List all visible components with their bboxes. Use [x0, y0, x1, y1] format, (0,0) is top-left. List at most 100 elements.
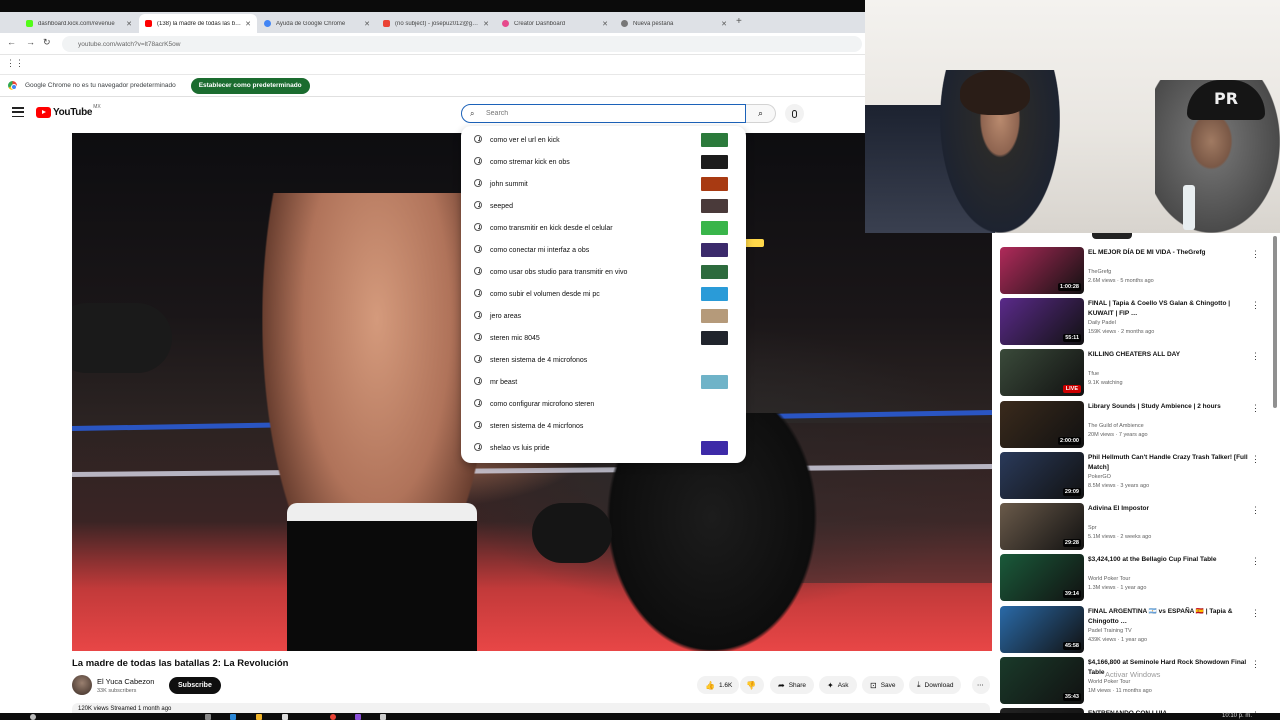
recommended-video[interactable]: 2:00:00 Library Sounds | Study Ambience |…: [1000, 401, 1270, 449]
search-suggestion-item[interactable]: steren sistema de 4 microfonos: [461, 349, 746, 371]
recommended-title[interactable]: FINAL | Tapia & Coello VS Galan & Chingo…: [1088, 299, 1248, 318]
recommended-channel[interactable]: Spr: [1088, 525, 1097, 531]
more-vertical-icon[interactable]: ⋮: [1251, 454, 1260, 465]
search-suggestion-item[interactable]: seeped: [461, 195, 746, 217]
more-actions-button[interactable]: ⋯: [972, 676, 990, 694]
close-icon[interactable]: ✕: [483, 20, 489, 28]
video-thumbnail[interactable]: 39:14: [1000, 554, 1084, 601]
url-field[interactable]: youtube.com/watch?v=lt78acrK5ow: [62, 36, 862, 52]
ask-button[interactable]: ✦ Ask: [819, 676, 857, 694]
forward-icon[interactable]: →: [26, 37, 35, 47]
browser-tab[interactable]: Creator Dashboard ✕: [496, 14, 614, 33]
close-icon[interactable]: ✕: [721, 20, 727, 28]
recommended-video[interactable]: 45:58 FINAL ARGENTINA 🇦🇷 vs ESPAÑA 🇪🇸 | T…: [1000, 606, 1270, 654]
close-icon[interactable]: ✕: [126, 20, 132, 28]
browser-tab-active[interactable]: (138) la madre de todas las bat… ✕: [139, 14, 257, 33]
recommended-video[interactable]: 55:11 FINAL | Tapia & Coello VS Galan & C…: [1000, 298, 1270, 346]
more-vertical-icon[interactable]: ⋮: [1251, 249, 1260, 260]
search-input[interactable]: [486, 110, 726, 117]
close-icon[interactable]: ✕: [602, 20, 608, 28]
taskbar-app-icon[interactable]: [230, 714, 236, 720]
more-vertical-icon[interactable]: ⋮: [1251, 403, 1260, 414]
taskbar-app-icon[interactable]: [380, 714, 386, 720]
more-vertical-icon[interactable]: ⋮: [1251, 608, 1260, 619]
more-vertical-icon[interactable]: ⋮: [1251, 351, 1260, 362]
apps-grid-icon[interactable]: ⋮⋮: [6, 58, 24, 69]
video-thumbnail[interactable]: 29:28: [1000, 503, 1084, 550]
taskbar-app-icon[interactable]: [355, 714, 361, 720]
search-button[interactable]: ⌕: [746, 104, 776, 123]
like-button[interactable]: 👍 1.6K: [697, 676, 739, 694]
subscribe-button[interactable]: Subscribe: [169, 677, 221, 694]
taskbar-app-icon[interactable]: [282, 714, 288, 720]
search-suggestion-item[interactable]: como subir el volumen desde mi pc: [461, 283, 746, 305]
reload-icon[interactable]: ↻: [43, 37, 51, 48]
save-button[interactable]: ⊡ Save: [862, 676, 904, 694]
recommended-video[interactable]: 29:28 Adivina El Impostor Spr 5.1M views · …: [1000, 503, 1270, 551]
recommended-channel[interactable]: World Poker Tour: [1088, 576, 1130, 582]
back-icon[interactable]: ←: [7, 37, 16, 47]
recommended-channel[interactable]: Daily Padel: [1088, 320, 1116, 326]
recommended-title[interactable]: EL MEJOR DÍA DE MI VIDA - TheGrefg: [1088, 248, 1248, 258]
more-vertical-icon[interactable]: ⋮: [1251, 300, 1260, 311]
browser-tab[interactable]: dashboard.kick.com/revenue ✕: [20, 14, 138, 33]
browser-tab[interactable]: Ayuda de Google Chrome ✕: [258, 14, 376, 33]
search-field[interactable]: ⌕: [461, 104, 746, 123]
recommended-title[interactable]: Library Sounds | Study Ambience | 2 hour…: [1088, 402, 1248, 412]
video-thumbnail[interactable]: LIVE: [1000, 349, 1084, 396]
search-suggestion-item[interactable]: steren mic 8045: [461, 327, 746, 349]
recommended-title[interactable]: KILLING CHEATERS ALL DAY: [1088, 350, 1248, 360]
search-suggestion-item[interactable]: steren sistema de 4 micrfonos: [461, 415, 746, 437]
search-suggestion-item[interactable]: como configurar microfono steren: [461, 393, 746, 415]
close-icon[interactable]: ✕: [364, 20, 370, 28]
recommended-video[interactable]: 39:14 $3,424,100 at the Bellagio Cup Fina…: [1000, 554, 1270, 602]
recommended-channel[interactable]: World Poker Tour: [1088, 679, 1130, 685]
more-vertical-icon[interactable]: ⋮: [1251, 556, 1260, 567]
more-vertical-icon[interactable]: ⋮: [1251, 505, 1260, 516]
video-thumbnail[interactable]: 35:43: [1000, 657, 1084, 704]
recommended-channel[interactable]: Tfue: [1088, 371, 1099, 377]
search-suggestion-item[interactable]: shelao vs luis pride: [461, 437, 746, 459]
close-icon[interactable]: ✕: [245, 20, 251, 28]
browser-tab[interactable]: Nueva pestaña ✕: [615, 14, 733, 33]
youtube-logo[interactable]: YouTube MX: [36, 104, 101, 118]
recommended-video[interactable]: 35:43 $4,166,800 at Seminole Hard Rock Sh…: [1000, 657, 1270, 705]
recommended-video[interactable]: 1:00:28 EL MEJOR DÍA DE MI VIDA - TheGref…: [1000, 247, 1270, 295]
voice-search-button[interactable]: [785, 104, 804, 123]
video-thumbnail[interactable]: 55:11: [1000, 298, 1084, 345]
taskbar-app-icon[interactable]: [205, 714, 211, 720]
more-vertical-icon[interactable]: ⋮: [1251, 659, 1260, 670]
new-tab-icon[interactable]: +: [736, 16, 742, 27]
recommended-channel[interactable]: The Guild of Ambience: [1088, 423, 1144, 429]
browser-tab[interactable]: (no subject) - josepu2012@gm… ✕: [377, 14, 495, 33]
recommended-channel[interactable]: PokerGO: [1088, 474, 1111, 480]
recommended-channel[interactable]: TheGrefg: [1088, 269, 1111, 275]
set-default-button[interactable]: Establecer como predeterminado: [190, 77, 310, 94]
dislike-button[interactable]: 👎: [740, 676, 764, 694]
channel-avatar[interactable]: [72, 675, 92, 695]
video-thumbnail[interactable]: 29:09: [1000, 452, 1084, 499]
video-thumbnail[interactable]: 2:00:00: [1000, 401, 1084, 448]
video-thumbnail[interactable]: 1:00:28: [1000, 247, 1084, 294]
share-button[interactable]: ➦ Share: [770, 676, 815, 694]
video-thumbnail[interactable]: 45:58: [1000, 606, 1084, 653]
download-button[interactable]: ⤓ Download: [909, 676, 962, 694]
search-suggestion-item[interactable]: como conectar mi interfaz a obs: [461, 239, 746, 261]
recommended-video[interactable]: 29:09 Phil Hellmuth Can't Handle Crazy Tr…: [1000, 452, 1270, 500]
search-suggestion-item[interactable]: como usar obs studio para transmitir en …: [461, 261, 746, 283]
sidebar-scrollbar[interactable]: [1273, 236, 1277, 408]
chrome-icon[interactable]: [330, 714, 336, 720]
recommended-video[interactable]: LIVE KILLING CHEATERS ALL DAY Tfue 9.1K wat…: [1000, 349, 1270, 397]
search-suggestion-item[interactable]: como ver el url en kick: [461, 129, 746, 151]
recommended-channel[interactable]: Padel Training TV: [1088, 628, 1132, 634]
search-suggestion-item[interactable]: jero areas: [461, 305, 746, 327]
search-suggestion-item[interactable]: mr beast: [461, 371, 746, 393]
recommended-title[interactable]: FINAL ARGENTINA 🇦🇷 vs ESPAÑA 🇪🇸 | Tapia …: [1088, 607, 1248, 626]
hamburger-menu-icon[interactable]: [12, 107, 24, 117]
recommended-title[interactable]: Phil Hellmuth Can't Handle Crazy Trash T…: [1088, 453, 1248, 472]
search-suggestion-item[interactable]: john summit: [461, 173, 746, 195]
folder-icon[interactable]: [256, 714, 262, 720]
channel-name[interactable]: El Yuca Cabezon: [97, 677, 154, 686]
search-suggestion-item[interactable]: como stremar kick en obs: [461, 151, 746, 173]
recommended-title[interactable]: Adivina El Impostor: [1088, 504, 1248, 514]
